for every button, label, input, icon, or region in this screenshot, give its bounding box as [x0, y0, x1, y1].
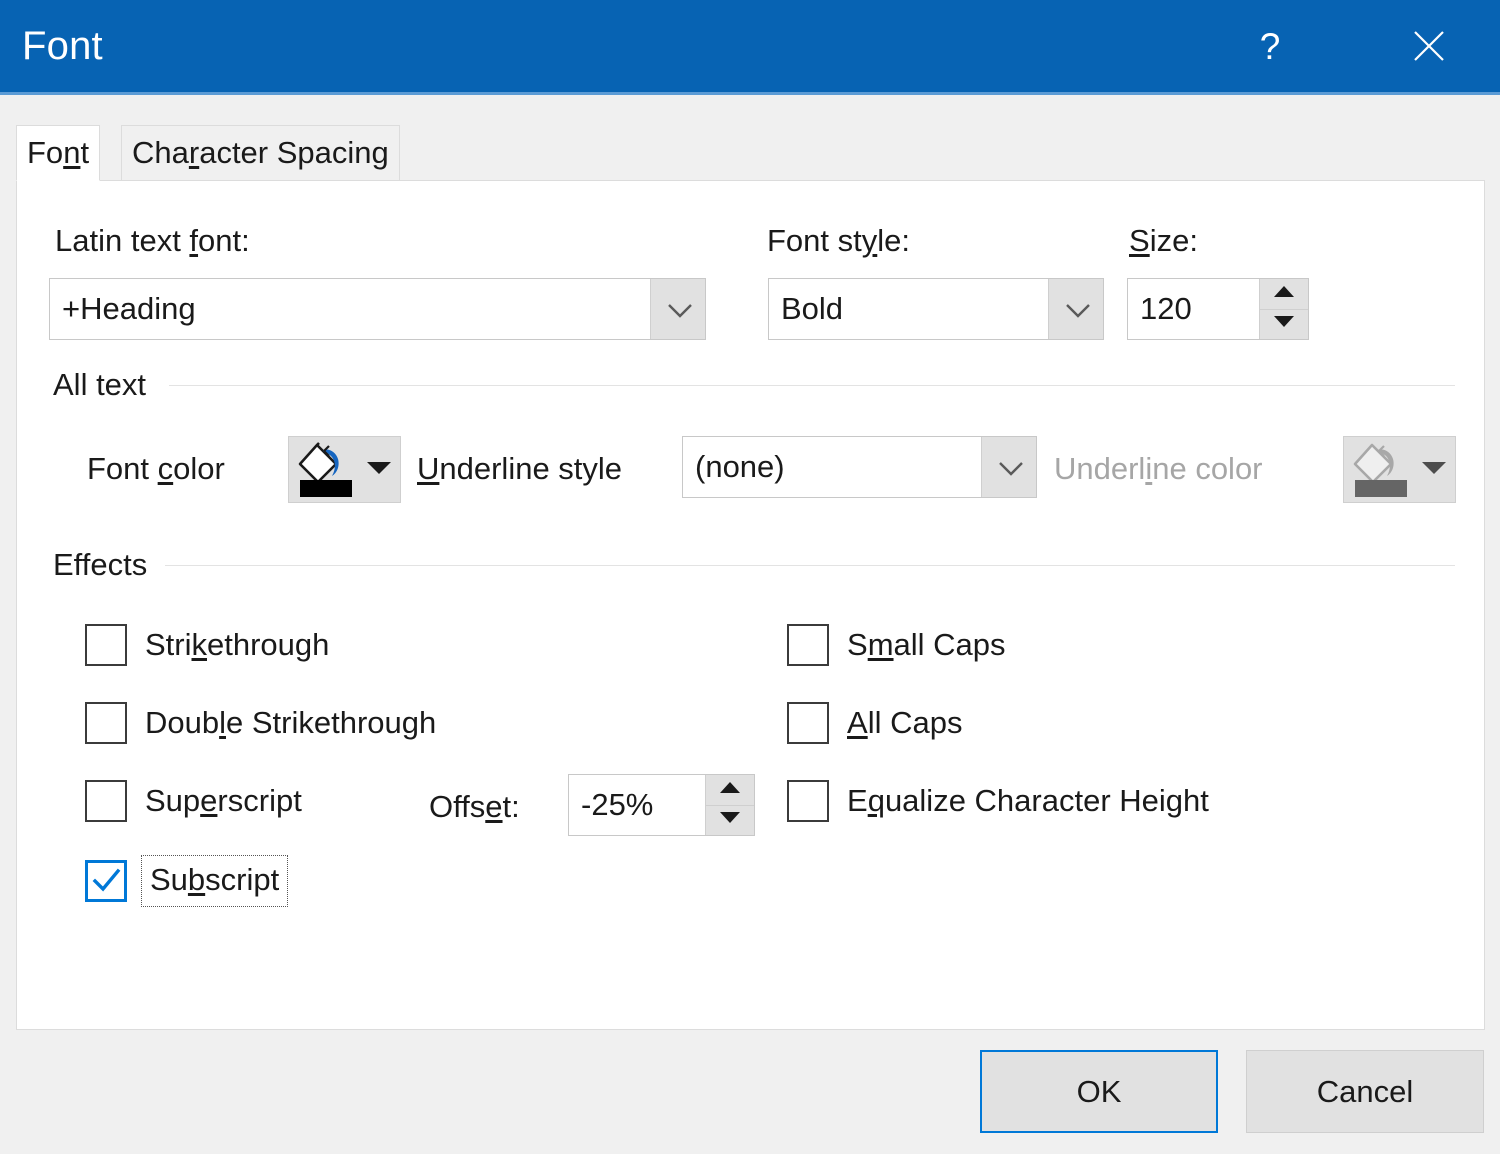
checkbox-equalize-character-height-box[interactable]: [787, 780, 829, 822]
checkbox-subscript[interactable]: Subscript: [85, 855, 288, 907]
font-color-swatch: [300, 480, 352, 497]
cancel-button[interactable]: Cancel: [1246, 1050, 1484, 1133]
checkbox-double-strikethrough-label: Double Strikethrough: [145, 705, 436, 741]
chevron-down-icon: [1065, 303, 1087, 315]
checkbox-all-caps-label: All Caps: [847, 705, 962, 741]
font-color-label: Font color: [87, 451, 225, 487]
checkbox-equalize-character-height-label: Equalize Character Height: [847, 783, 1209, 819]
all-text-group-rule: [169, 385, 1455, 386]
all-text-group-label: All text: [53, 367, 146, 403]
font-size-decrement-button[interactable]: [1260, 310, 1308, 340]
effects-group-label: Effects: [53, 547, 147, 583]
font-style-value: Bold: [769, 279, 1048, 339]
font-tab-panel: Latin text font: Font style: Size: +Head…: [16, 180, 1485, 1030]
checkbox-double-strikethrough[interactable]: Double Strikethrough: [85, 702, 436, 744]
help-button[interactable]: ?: [1227, 0, 1313, 92]
paint-bucket-icon: [296, 441, 358, 499]
checkbox-strikethrough-label: Strikethrough: [145, 627, 329, 663]
checkbox-strikethrough[interactable]: Strikethrough: [85, 624, 329, 666]
offset-value: -25%: [569, 775, 705, 835]
paint-bucket-icon: [1351, 441, 1413, 499]
offset-label: Offset:: [429, 789, 520, 825]
underline-style-label: Underline style: [417, 451, 622, 487]
underline-color-button: [1343, 436, 1456, 503]
checkbox-superscript[interactable]: Superscript: [85, 780, 302, 822]
close-icon: [1412, 29, 1446, 63]
checkbox-superscript-label: Superscript: [145, 783, 302, 819]
checkbox-double-strikethrough-box[interactable]: [85, 702, 127, 744]
tab-character-spacing[interactable]: Character Spacing: [121, 125, 400, 181]
checkbox-small-caps[interactable]: Small Caps: [787, 624, 1006, 666]
font-style-combobox[interactable]: Bold: [768, 278, 1104, 340]
chevron-down-icon: [998, 461, 1020, 473]
offset-decrement-button[interactable]: [706, 806, 754, 836]
underline-style-combobox[interactable]: (none): [682, 436, 1037, 498]
ok-button[interactable]: OK: [980, 1050, 1218, 1133]
offset-increment-button[interactable]: [706, 775, 754, 806]
effects-group-rule: [165, 565, 1455, 566]
chevron-down-icon: [667, 303, 689, 315]
underline-style-dropdown-button[interactable]: [981, 437, 1036, 497]
tab-character-spacing-label: Character Spacing: [132, 136, 389, 170]
font-style-dropdown-button[interactable]: [1048, 279, 1103, 339]
latin-text-font-combobox[interactable]: +Heading: [49, 278, 706, 340]
tab-font-label: Font: [27, 136, 89, 170]
offset-spinner-arrows: [705, 775, 754, 835]
checkbox-strikethrough-box[interactable]: [85, 624, 127, 666]
offset-spinner[interactable]: -25%: [568, 774, 755, 836]
size-label: Size:: [1129, 223, 1198, 259]
font-color-button[interactable]: [288, 436, 401, 503]
font-size-spinner-arrows: [1259, 279, 1308, 339]
checkbox-all-caps-box[interactable]: [787, 702, 829, 744]
checkbox-small-caps-label: Small Caps: [847, 627, 1006, 663]
checkbox-subscript-label: Subscript: [141, 855, 288, 907]
tab-font[interactable]: Font: [16, 125, 100, 181]
window-title: Font: [22, 22, 103, 70]
arrow-up-icon: [1273, 285, 1295, 303]
checkbox-subscript-box[interactable]: [85, 860, 127, 902]
checkbox-all-caps[interactable]: All Caps: [787, 702, 962, 744]
font-size-spinner[interactable]: 120: [1127, 278, 1309, 340]
checkbox-small-caps-box[interactable]: [787, 624, 829, 666]
underline-style-value: (none): [683, 437, 981, 497]
font-size-value: 120: [1128, 279, 1259, 339]
question-mark-icon: ?: [1260, 28, 1281, 65]
close-button[interactable]: [1386, 0, 1472, 92]
latin-text-font-label: Latin text font:: [55, 223, 250, 259]
font-size-increment-button[interactable]: [1260, 279, 1308, 310]
checkbox-superscript-box[interactable]: [85, 780, 127, 822]
cancel-button-label: Cancel: [1317, 1075, 1414, 1109]
font-style-label: Font style:: [767, 223, 910, 259]
arrow-down-icon: [1273, 315, 1295, 333]
chevron-down-icon: [1421, 460, 1447, 480]
checkmark-icon: [91, 866, 121, 901]
chevron-down-icon: [366, 460, 392, 480]
arrow-down-icon: [719, 811, 741, 829]
ok-button-label: OK: [1077, 1075, 1122, 1109]
latin-text-font-dropdown-button[interactable]: [650, 279, 705, 339]
latin-text-font-value: +Heading: [50, 279, 650, 339]
underline-color-swatch: [1355, 480, 1407, 497]
arrow-up-icon: [719, 781, 741, 799]
title-bar: Font ?: [0, 0, 1500, 95]
checkbox-equalize-character-height[interactable]: Equalize Character Height: [787, 780, 1209, 822]
underline-color-label: Underline color: [1054, 451, 1263, 487]
